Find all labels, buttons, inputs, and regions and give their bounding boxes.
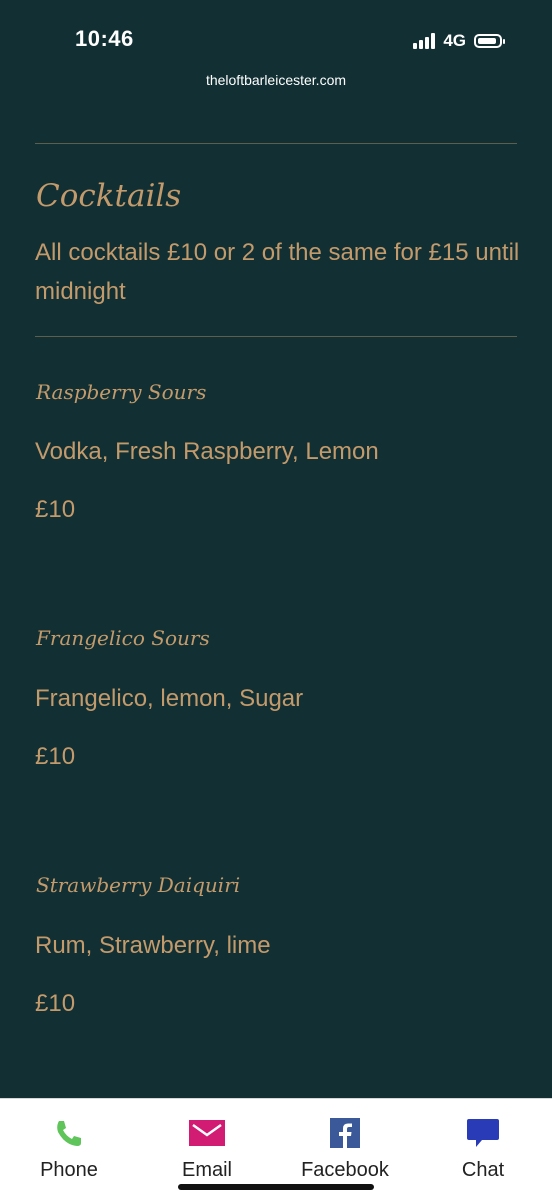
network-type: 4G bbox=[443, 31, 466, 50]
facebook-icon bbox=[330, 1118, 360, 1148]
menu-item-name: Raspberry Sours bbox=[36, 380, 207, 404]
status-bar: 10:46 4G bbox=[0, 0, 552, 70]
signal-icon bbox=[413, 33, 436, 49]
nav-label: Chat bbox=[461, 1159, 505, 1181]
menu-item-name: Strawberry Daiquiri bbox=[36, 873, 241, 897]
section-description: All cocktails £10 or 2 of the same for £… bbox=[35, 239, 520, 305]
nav-label: Phone bbox=[40, 1159, 98, 1181]
menu-item-description: Vodka, Fresh Raspberry, Lemon bbox=[35, 438, 379, 465]
divider bbox=[35, 143, 517, 144]
menu-item-description: Frangelico, lemon, Sugar bbox=[35, 685, 304, 712]
nav-label: Facebook bbox=[301, 1159, 389, 1181]
menu-item-description: Rum, Strawberry, lime bbox=[35, 932, 271, 959]
nav-chat-button[interactable]: Chat bbox=[414, 1099, 552, 1201]
email-icon bbox=[189, 1120, 225, 1146]
home-indicator[interactable] bbox=[178, 1184, 374, 1190]
nav-label: Email bbox=[181, 1159, 232, 1181]
chat-icon bbox=[467, 1119, 499, 1147]
divider bbox=[35, 336, 517, 337]
menu-item-name: Frangelico Sours bbox=[36, 626, 210, 650]
status-time: 10:46 bbox=[75, 26, 134, 51]
section-title: Cocktails bbox=[36, 178, 182, 214]
url-bar[interactable]: theloftbarleicester.com bbox=[0, 72, 552, 88]
phone-icon bbox=[57, 1121, 81, 1146]
menu-item-price: £10 bbox=[35, 743, 76, 770]
battery-icon bbox=[474, 34, 505, 48]
status-indicators: 4G bbox=[413, 30, 505, 52]
nav-phone-button[interactable]: Phone bbox=[0, 1099, 138, 1201]
menu-item-price: £10 bbox=[35, 990, 76, 1017]
menu-item-price: £10 bbox=[35, 496, 76, 523]
